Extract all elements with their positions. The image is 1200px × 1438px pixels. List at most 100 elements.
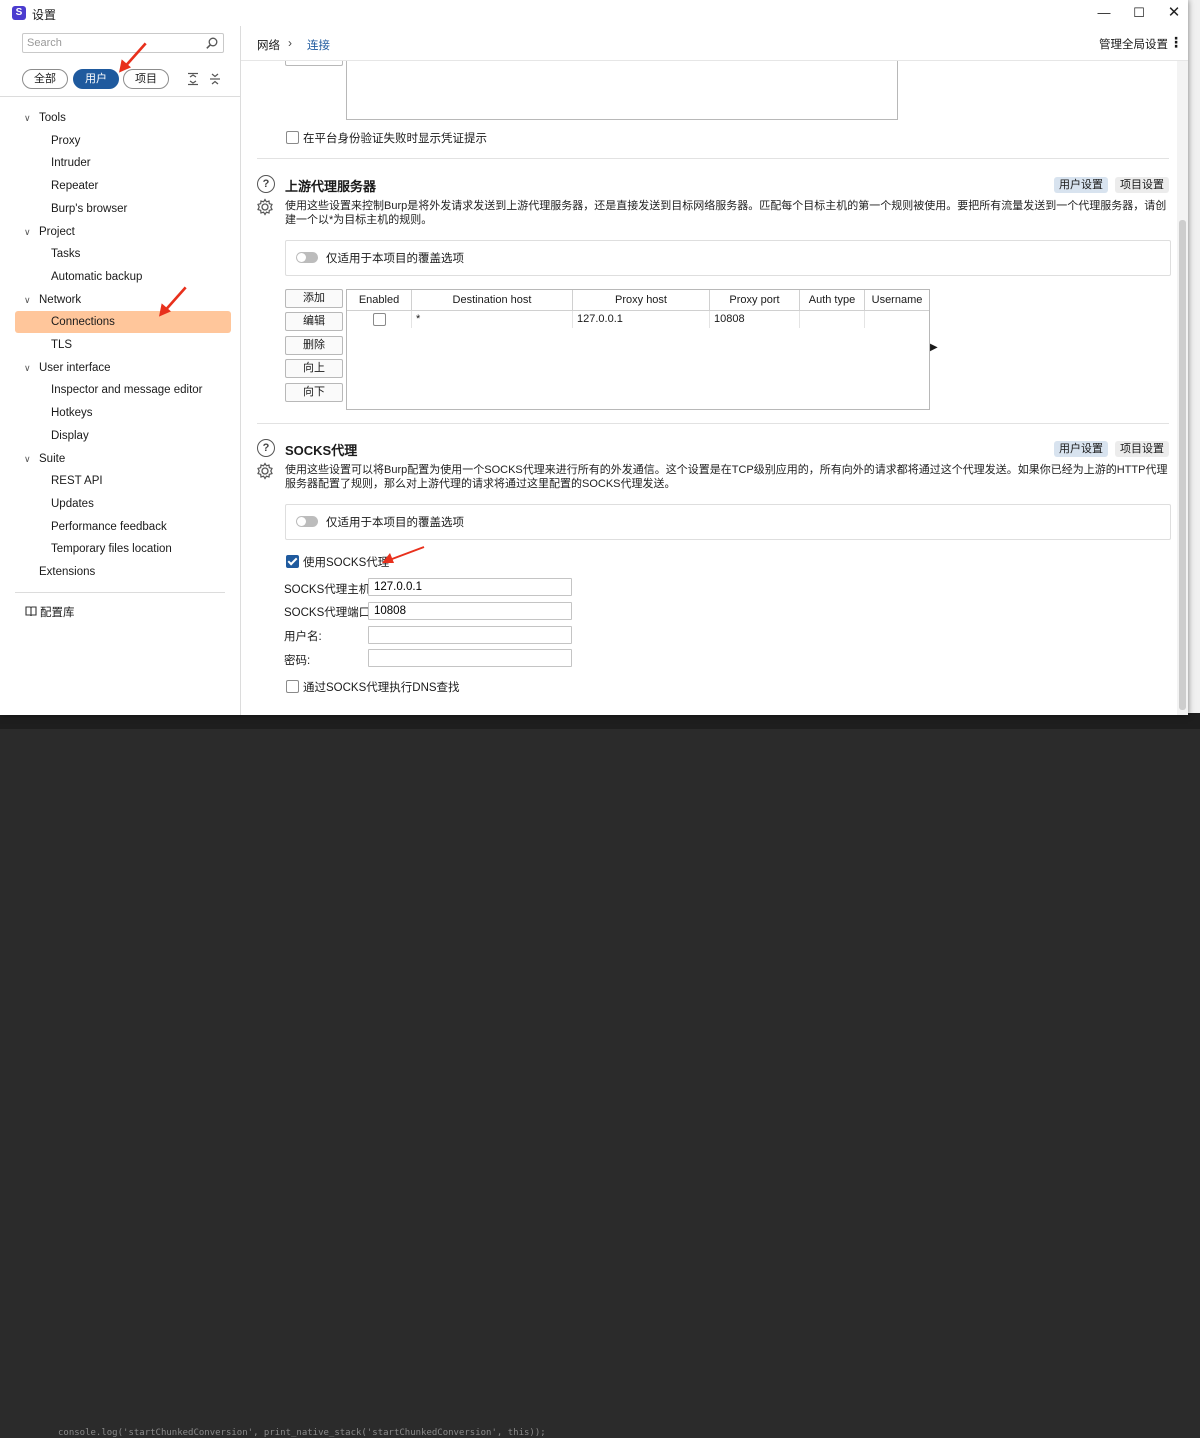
expand-arrow-icon[interactable]: ▶ <box>930 342 938 353</box>
sidebar-item-label: Repeater <box>51 180 99 192</box>
background-editor-bottom: console.log('startChunkedConversion', pr… <box>0 713 1200 1438</box>
socks-host-input[interactable] <box>368 578 572 596</box>
password-input[interactable] <box>368 649 572 667</box>
sidebar-item-label: Tasks <box>51 248 81 260</box>
socks-override-toggle[interactable] <box>296 516 318 527</box>
search-icon[interactable] <box>205 36 219 50</box>
chevron-down-icon[interactable]: ∨ <box>24 357 31 379</box>
remove-button[interactable]: 删除 <box>285 336 343 355</box>
main-header: 网络 › 连接 管理全局设置 ⋮ <box>241 26 1188 61</box>
library-link[interactable]: 配置库 <box>40 604 75 620</box>
sidebar-item-label: Inspector and message editor <box>51 384 203 396</box>
breadcrumb-chevron-icon: › <box>288 36 292 50</box>
partial-table <box>346 61 898 120</box>
move-up-button[interactable]: 向上 <box>285 359 343 378</box>
username-label: 用户名: <box>284 631 322 643</box>
sidebar-item-proxy[interactable]: Proxy <box>0 130 240 152</box>
sidebar-item-burp-s-browser[interactable]: Burp's browser <box>0 198 240 220</box>
sidebar-item-temporary-files-location[interactable]: Temporary files location <box>0 538 240 560</box>
move-down-button[interactable]: 向下 <box>285 383 343 402</box>
platform-auth-prompt-label: 在平台身份验证失败时显示凭证提示 <box>303 133 487 145</box>
sidebar-item-label: REST API <box>51 475 103 487</box>
background-code-line: console.log('startChunkedConversion', pr… <box>58 1428 546 1438</box>
sidebar-item-project[interactable]: ∨ Project <box>0 221 240 243</box>
minimize-icon[interactable]: — <box>1090 4 1118 22</box>
cell-username <box>865 311 929 328</box>
upstream-proxy-description: 使用这些设置来控制Burp是将外发请求发送到上游代理服务器，还是直接发送到目标网… <box>285 200 1167 226</box>
sidebar-item-hotkeys[interactable]: Hotkeys <box>0 402 240 424</box>
column-header-destination-host[interactable]: Destination host <box>412 290 573 311</box>
help-icon[interactable]: ? <box>257 439 275 457</box>
breadcrumb-network[interactable]: 网络 <box>257 37 280 53</box>
username-input[interactable] <box>368 626 572 644</box>
socks-dns-lookup-checkbox[interactable] <box>286 680 299 693</box>
rule-enabled-checkbox[interactable] <box>373 313 386 326</box>
socks-dns-lookup-label: 通过SOCKS代理执行DNS查找 <box>303 682 460 694</box>
sidebar-item-label: Display <box>51 430 89 442</box>
help-icon[interactable]: ? <box>257 175 275 193</box>
project-settings-badge: 项目设置 <box>1115 177 1169 193</box>
gear-icon[interactable] <box>256 462 274 480</box>
more-options-icon[interactable]: ⋮ <box>1169 34 1183 51</box>
title-bar: S 设置 — ☐ ✕ <box>0 0 1188 26</box>
book-icon <box>25 606 37 617</box>
upstream-override-toggle[interactable] <box>296 252 318 263</box>
sidebar-item-user-interface[interactable]: ∨ User interface <box>0 357 240 379</box>
filter-all-button[interactable]: 全部 <box>22 69 68 89</box>
sidebar-item-intruder[interactable]: Intruder <box>0 152 240 174</box>
sidebar-item-inspector-and-message-editor[interactable]: Inspector and message editor <box>0 379 240 401</box>
partial-button[interactable] <box>285 61 343 66</box>
upstream-proxy-title: 上游代理服务器 <box>285 179 377 194</box>
sidebar-item-updates[interactable]: Updates <box>0 493 240 515</box>
sidebar-item-repeater[interactable]: Repeater <box>0 175 240 197</box>
sidebar-item-label: Extensions <box>39 566 96 578</box>
column-header-username[interactable]: Username <box>865 290 929 311</box>
column-header-enabled[interactable]: Enabled <box>347 290 412 311</box>
window-title: 设置 <box>32 8 57 22</box>
sidebar-item-label: User interface <box>39 362 111 374</box>
manage-global-settings-link[interactable]: 管理全局设置 <box>1099 36 1168 52</box>
sidebar-item-performance-feedback[interactable]: Performance feedback <box>0 516 240 538</box>
library-divider <box>15 592 225 593</box>
use-socks-proxy-label: 使用SOCKS代理 <box>303 557 390 569</box>
platform-auth-prompt-checkbox[interactable] <box>286 131 299 144</box>
chevron-down-icon[interactable]: ∨ <box>24 289 31 311</box>
sidebar-item-tools[interactable]: ∨ Tools <box>0 107 240 129</box>
sidebar-item-rest-api[interactable]: REST API <box>0 470 240 492</box>
sidebar-item-label: Temporary files location <box>51 543 172 555</box>
sidebar-item-display[interactable]: Display <box>0 425 240 447</box>
socks-proxy-description: 使用这些设置可以将Burp配置为使用一个SOCKS代理来进行所有的外发通信。这个… <box>285 464 1168 490</box>
sidebar: 全部 用户 项目 ∨ToolsProxyIntruderRepeaterBurp… <box>0 26 241 715</box>
cell-enabled <box>347 311 412 328</box>
chevron-down-icon[interactable]: ∨ <box>24 107 31 129</box>
use-socks-proxy-checkbox[interactable] <box>286 555 299 568</box>
column-header-proxy-port[interactable]: Proxy port <box>710 290 800 311</box>
upstream-proxy-table[interactable]: Enabled Destination host Proxy host Prox… <box>346 289 930 410</box>
close-icon[interactable]: ✕ <box>1160 4 1188 22</box>
chevron-down-icon[interactable]: ∨ <box>24 221 31 243</box>
table-row[interactable]: * 127.0.0.1 10808 <box>347 311 929 328</box>
sidebar-item-label: TLS <box>51 339 73 351</box>
chevron-down-icon[interactable]: ∨ <box>24 448 31 470</box>
cell-auth-type <box>800 311 865 328</box>
sidebar-item-suite[interactable]: ∨ Suite <box>0 448 240 470</box>
annotation-arrow-icon <box>382 546 425 563</box>
socks-port-input[interactable] <box>368 602 572 620</box>
socks-override-box: 仅适用于本项目的覆盖选项 <box>285 504 1171 540</box>
expand-all-icon[interactable] <box>186 72 200 86</box>
collapse-all-icon[interactable] <box>208 72 222 86</box>
upstream-override-label: 仅适用于本项目的覆盖选项 <box>326 253 464 265</box>
user-settings-badge: 用户设置 <box>1054 441 1108 457</box>
maximize-icon[interactable]: ☐ <box>1125 4 1153 22</box>
section-divider <box>257 423 1169 424</box>
sidebar-item-label: Tools <box>39 112 66 124</box>
add-button[interactable]: 添加 <box>285 289 343 308</box>
column-header-proxy-host[interactable]: Proxy host <box>573 290 710 311</box>
sidebar-item-tls[interactable]: TLS <box>0 334 240 356</box>
scrollbar-thumb[interactable] <box>1179 220 1186 710</box>
edit-button[interactable]: 编辑 <box>285 312 343 331</box>
column-header-auth-type[interactable]: Auth type <box>800 290 865 311</box>
sidebar-item-extensions[interactable]: Extensions <box>0 561 240 583</box>
gear-icon[interactable] <box>256 198 274 216</box>
sidebar-item-tasks[interactable]: Tasks <box>0 243 240 265</box>
